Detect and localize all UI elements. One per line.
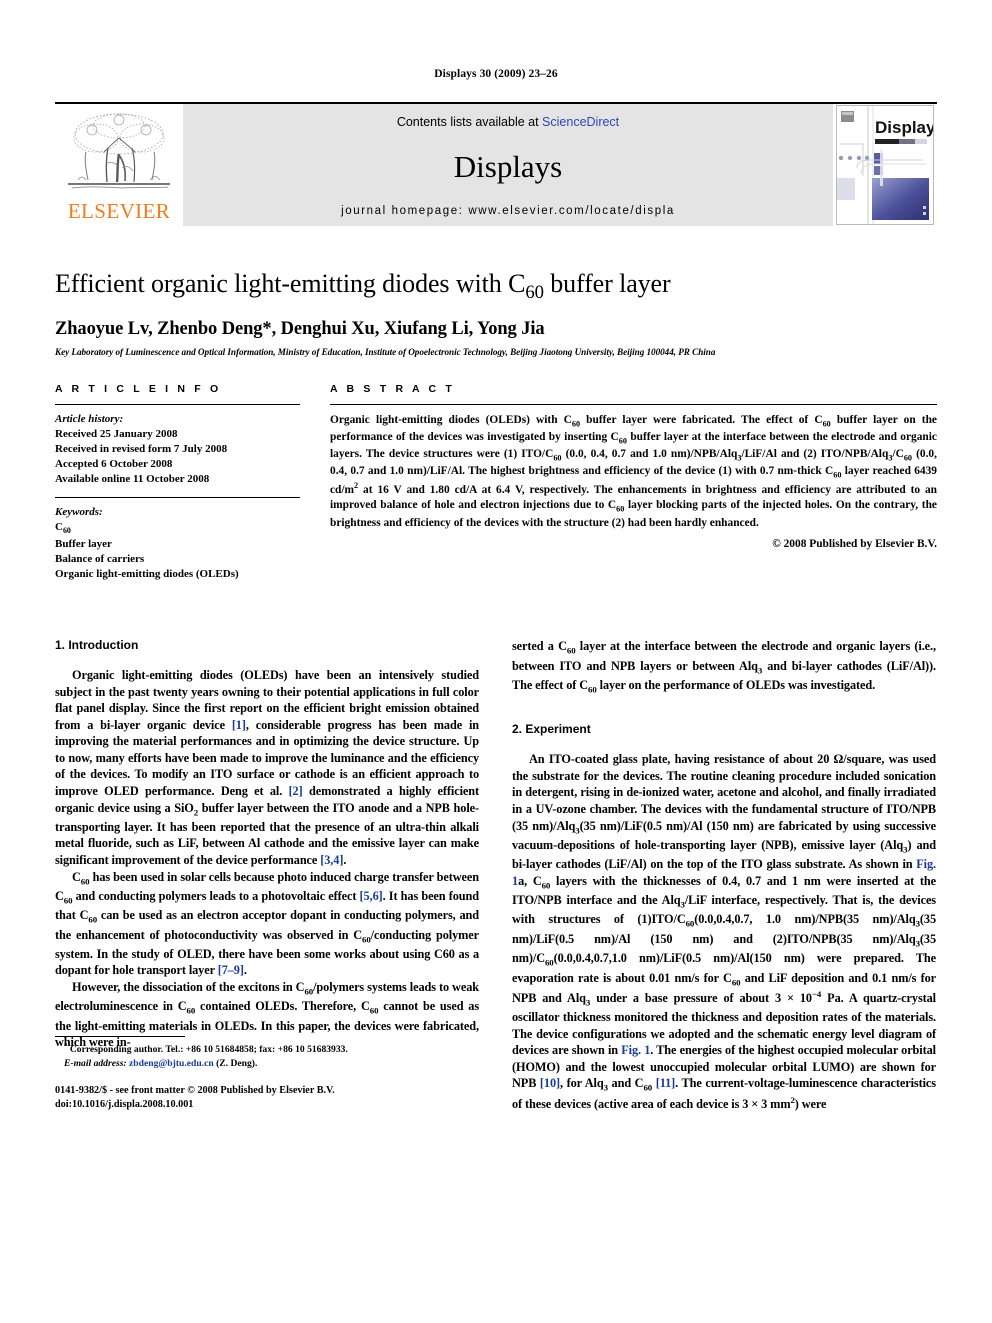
corresponding-author-note: * Corresponding author. Tel.: +86 10 516…: [55, 1042, 479, 1057]
footnote-divider: [55, 1036, 185, 1038]
masthead-center: Contents lists available at ScienceDirec…: [183, 104, 833, 226]
doi-line[interactable]: doi:10.1016/j.displa.2008.10.001: [55, 1098, 479, 1112]
journal-cover-thumbnail: Displays: [833, 104, 937, 226]
cover-artwork: Displays: [836, 105, 934, 225]
citation-link[interactable]: [2]: [289, 784, 303, 798]
keyword-item: Organic light-emitting diodes (OLEDs): [55, 568, 239, 581]
email-label: E-mail address:: [64, 1058, 127, 1070]
abstract-column: A B S T R A C T Organic light-emitting d…: [330, 383, 937, 583]
abstract-copyright: © 2008 Published by Elsevier B.V.: [772, 537, 937, 550]
article-info-heading: A R T I C L E I N F O: [55, 382, 222, 395]
keywords-group: Keywords: C60 Buffer layer Balance of ca…: [55, 498, 300, 583]
article-history-label: Article history:: [55, 412, 124, 425]
figure-link[interactable]: Fig. 1: [512, 857, 936, 888]
issn-line: 0141-9382/$ - see front matter © 2008 Pu…: [55, 1084, 335, 1096]
keywords-label: Keywords:: [55, 505, 103, 518]
history-item: Received in revised form 7 July 2008: [55, 442, 228, 455]
keyword-item: Balance of carriers: [55, 552, 145, 565]
asterisk-marker: *: [64, 1043, 68, 1051]
title-text-part1: Efficient organic light-emitting diodes …: [55, 269, 526, 298]
corresponding-author-text: Corresponding author. Tel.: +86 10 51684…: [69, 1044, 348, 1056]
cover-graphic-icon: Displays: [837, 106, 933, 224]
body-column-right: serted a C60 layer at the interface betw…: [512, 638, 936, 1112]
body-column-left: 1. Introduction Organic light-emitting d…: [55, 638, 479, 1112]
citation-link[interactable]: [1]: [232, 718, 246, 732]
elsevier-tree-icon: [68, 113, 170, 189]
intro-paragraph-1: Organic light-emitting diodes (OLEDs) ha…: [55, 668, 480, 867]
journal-title: Displays: [453, 148, 563, 184]
title-text-part2: buffer layer: [543, 269, 671, 298]
citation-link[interactable]: [3,4]: [320, 853, 343, 867]
history-item: Accepted 6 October 2008: [55, 458, 173, 471]
title-block: Efficient organic light-emitting diodes …: [55, 226, 937, 357]
intro-paragraph-2: C60 has been used in solar cells because…: [55, 869, 479, 978]
citation-link[interactable]: [10]: [540, 1076, 560, 1090]
author-list: Zhaoyue Lv, Zhenbo Deng*, Denghui Xu, Xi…: [55, 318, 545, 339]
history-item: Available online 11 October 2008: [55, 473, 210, 486]
email-link[interactable]: zbdeng@bjtu.edu.cn: [129, 1058, 214, 1069]
citation-link[interactable]: [7–9]: [218, 963, 244, 977]
elsevier-wordmark: ELSEVIER: [67, 199, 171, 223]
issn-block: 0141-9382/$ - see front matter © 2008 Pu…: [55, 1084, 479, 1113]
intro-paragraph-3-continued: serted a C60 layer at the interface betw…: [512, 639, 937, 695]
experiment-paragraph-1: An ITO-coated glass plate, having resist…: [512, 752, 937, 1111]
email-note: E-mail address: zbdeng@bjtu.edu.cn (Z. D…: [55, 1057, 479, 1070]
abstract-heading: A B S T R A C T: [330, 382, 455, 395]
article-history-group: Article history: Received 25 January 200…: [55, 405, 300, 488]
history-item: Received 25 January 2008: [55, 427, 178, 440]
body-columns: 1. Introduction Organic light-emitting d…: [55, 638, 937, 1112]
keyword-item: Buffer layer: [55, 537, 112, 550]
running-head: Displays 30 (2009) 23–26: [434, 68, 558, 80]
info-abstract-row: A R T I C L E I N F O Article history: R…: [55, 383, 937, 583]
figure-link[interactable]: Fig. 1: [621, 1043, 650, 1057]
paper-page: Displays 30 (2009) 23–26 ELSEVIER Conten…: [0, 0, 992, 1323]
keyword-subscript: 60: [62, 525, 71, 535]
article-info-column: A R T I C L E I N F O Article history: R…: [55, 383, 300, 583]
footnote-block: * Corresponding author. Tel.: +86 10 516…: [55, 1036, 479, 1112]
citation-link[interactable]: [5,6]: [360, 889, 383, 903]
affiliation: Key Laboratory of Luminescence and Optic…: [55, 346, 716, 357]
title-subscript: 60: [525, 282, 544, 304]
sciencedirect-link[interactable]: ScienceDirect: [542, 115, 619, 129]
paper-title: Efficient organic light-emitting diodes …: [55, 268, 937, 305]
abstract-text: Organic light-emitting diodes (OLEDs) wi…: [330, 413, 937, 529]
keyword-item: C60: [55, 520, 71, 535]
elsevier-logo: ELSEVIER: [55, 104, 183, 226]
email-suffix: (Z. Deng).: [213, 1058, 258, 1070]
journal-masthead: ELSEVIER Contents lists available at Sci…: [55, 102, 937, 226]
section-heading-introduction: 1. Introduction: [55, 638, 139, 653]
contents-prefix: Contents lists available at: [396, 115, 543, 129]
journal-homepage[interactable]: journal homepage: www.elsevier.com/locat…: [341, 205, 675, 217]
svg-text:Displays: Displays: [875, 118, 933, 137]
section-heading-experiment: 2. Experiment: [512, 722, 591, 737]
contents-available-line: Contents lists available at ScienceDirec…: [397, 115, 619, 129]
citation-link[interactable]: [11]: [656, 1076, 676, 1090]
